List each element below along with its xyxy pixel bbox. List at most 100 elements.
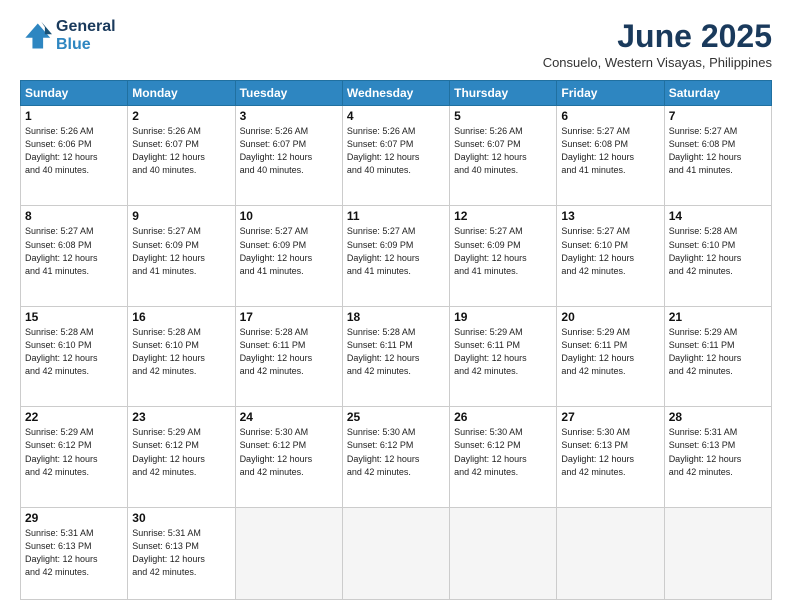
day-number: 1 — [25, 109, 123, 123]
day-info: Sunrise: 5:27 AM Sunset: 6:08 PM Dayligh… — [25, 225, 123, 277]
day-number: 15 — [25, 310, 123, 324]
day-number: 25 — [347, 410, 445, 424]
day-info: Sunrise: 5:27 AM Sunset: 6:10 PM Dayligh… — [561, 225, 659, 277]
table-row: 23Sunrise: 5:29 AM Sunset: 6:12 PM Dayli… — [128, 407, 235, 507]
day-number: 27 — [561, 410, 659, 424]
day-info: Sunrise: 5:27 AM Sunset: 6:08 PM Dayligh… — [669, 125, 767, 177]
day-number: 22 — [25, 410, 123, 424]
table-row — [450, 507, 557, 599]
day-number: 10 — [240, 209, 338, 223]
day-number: 3 — [240, 109, 338, 123]
day-info: Sunrise: 5:28 AM Sunset: 6:10 PM Dayligh… — [25, 326, 123, 378]
day-info: Sunrise: 5:26 AM Sunset: 6:07 PM Dayligh… — [454, 125, 552, 177]
table-row: 30 Sunrise: 5:31 AM Sunset: 6:13 PM Dayli… — [128, 507, 235, 599]
col-friday: Friday — [557, 81, 664, 106]
calendar-week-row: 1 Sunrise: 5:26 AM Sunset: 6:06 PM Daylig… — [21, 106, 772, 206]
day-number: 28 — [669, 410, 767, 424]
day-number: 21 — [669, 310, 767, 324]
table-row: 21Sunrise: 5:29 AM Sunset: 6:11 PM Dayli… — [664, 306, 771, 406]
table-row: 8 Sunrise: 5:27 AM Sunset: 6:08 PM Daylig… — [21, 206, 128, 306]
day-info: Sunrise: 5:28 AM Sunset: 6:11 PM Dayligh… — [347, 326, 445, 378]
day-number: 13 — [561, 209, 659, 223]
day-number: 9 — [132, 209, 230, 223]
col-wednesday: Wednesday — [342, 81, 449, 106]
logo-icon — [20, 20, 52, 52]
day-info: Sunrise: 5:29 AM Sunset: 6:12 PM Dayligh… — [25, 426, 123, 478]
calendar-table: Sunday Monday Tuesday Wednesday Thursday… — [20, 80, 772, 600]
page: General Blue June 2025 Consuelo, Western… — [0, 0, 792, 612]
day-number: 14 — [669, 209, 767, 223]
day-number: 20 — [561, 310, 659, 324]
day-info: Sunrise: 5:31 AM Sunset: 6:13 PM Dayligh… — [25, 527, 123, 579]
col-thursday: Thursday — [450, 81, 557, 106]
table-row — [557, 507, 664, 599]
day-info: Sunrise: 5:29 AM Sunset: 6:11 PM Dayligh… — [561, 326, 659, 378]
day-info: Sunrise: 5:28 AM Sunset: 6:10 PM Dayligh… — [669, 225, 767, 277]
table-row: 25 Sunrise: 5:30 AM Sunset: 6:12 PM Dayli… — [342, 407, 449, 507]
table-row: 4 Sunrise: 5:26 AM Sunset: 6:07 PM Daylig… — [342, 106, 449, 206]
day-info: Sunrise: 5:30 AM Sunset: 6:12 PM Dayligh… — [347, 426, 445, 478]
table-row: 16Sunrise: 5:28 AM Sunset: 6:10 PM Dayli… — [128, 306, 235, 406]
day-info: Sunrise: 5:26 AM Sunset: 6:06 PM Dayligh… — [25, 125, 123, 177]
table-row: 15 Sunrise: 5:28 AM Sunset: 6:10 PM Dayli… — [21, 306, 128, 406]
day-info: Sunrise: 5:29 AM Sunset: 6:11 PM Dayligh… — [454, 326, 552, 378]
table-row — [342, 507, 449, 599]
col-saturday: Saturday — [664, 81, 771, 106]
table-row: 7 Sunrise: 5:27 AM Sunset: 6:08 PM Daylig… — [664, 106, 771, 206]
day-number: 26 — [454, 410, 552, 424]
day-info: Sunrise: 5:31 AM Sunset: 6:13 PM Dayligh… — [132, 527, 230, 579]
calendar-week-row: 15 Sunrise: 5:28 AM Sunset: 6:10 PM Dayli… — [21, 306, 772, 406]
table-row: 11Sunrise: 5:27 AM Sunset: 6:09 PM Dayli… — [342, 206, 449, 306]
day-number: 6 — [561, 109, 659, 123]
table-row: 27 Sunrise: 5:30 AM Sunset: 6:13 PM Dayli… — [557, 407, 664, 507]
table-row: 6Sunrise: 5:27 AM Sunset: 6:08 PM Daylig… — [557, 106, 664, 206]
day-info: Sunrise: 5:27 AM Sunset: 6:09 PM Dayligh… — [454, 225, 552, 277]
day-number: 24 — [240, 410, 338, 424]
location: Consuelo, Western Visayas, Philippines — [543, 55, 772, 70]
day-info: Sunrise: 5:26 AM Sunset: 6:07 PM Dayligh… — [240, 125, 338, 177]
month-title: June 2025 — [543, 18, 772, 55]
table-row: 3 Sunrise: 5:26 AM Sunset: 6:07 PM Daylig… — [235, 106, 342, 206]
table-row: 12 Sunrise: 5:27 AM Sunset: 6:09 PM Dayli… — [450, 206, 557, 306]
day-number: 19 — [454, 310, 552, 324]
calendar-week-row: 8 Sunrise: 5:27 AM Sunset: 6:08 PM Daylig… — [21, 206, 772, 306]
table-row — [664, 507, 771, 599]
col-tuesday: Tuesday — [235, 81, 342, 106]
day-number: 29 — [25, 511, 123, 525]
day-info: Sunrise: 5:31 AM Sunset: 6:13 PM Dayligh… — [669, 426, 767, 478]
table-row: 26 Sunrise: 5:30 AM Sunset: 6:12 PM Dayli… — [450, 407, 557, 507]
table-row: 29 Sunrise: 5:31 AM Sunset: 6:13 PM Dayli… — [21, 507, 128, 599]
table-row: 2Sunrise: 5:26 AM Sunset: 6:07 PM Daylig… — [128, 106, 235, 206]
day-info: Sunrise: 5:30 AM Sunset: 6:12 PM Dayligh… — [454, 426, 552, 478]
table-row: 28 Sunrise: 5:31 AM Sunset: 6:13 PM Dayli… — [664, 407, 771, 507]
day-number: 30 — [132, 511, 230, 525]
day-info: Sunrise: 5:28 AM Sunset: 6:11 PM Dayligh… — [240, 326, 338, 378]
header: General Blue June 2025 Consuelo, Western… — [20, 18, 772, 70]
day-info: Sunrise: 5:30 AM Sunset: 6:13 PM Dayligh… — [561, 426, 659, 478]
day-info: Sunrise: 5:27 AM Sunset: 6:09 PM Dayligh… — [240, 225, 338, 277]
table-row: 1 Sunrise: 5:26 AM Sunset: 6:06 PM Daylig… — [21, 106, 128, 206]
col-sunday: Sunday — [21, 81, 128, 106]
table-row: 19 Sunrise: 5:29 AM Sunset: 6:11 PM Dayli… — [450, 306, 557, 406]
table-row: 22 Sunrise: 5:29 AM Sunset: 6:12 PM Dayli… — [21, 407, 128, 507]
table-row: 18Sunrise: 5:28 AM Sunset: 6:11 PM Dayli… — [342, 306, 449, 406]
table-row: 9 Sunrise: 5:27 AM Sunset: 6:09 PM Daylig… — [128, 206, 235, 306]
day-number: 17 — [240, 310, 338, 324]
day-info: Sunrise: 5:27 AM Sunset: 6:09 PM Dayligh… — [347, 225, 445, 277]
day-number: 12 — [454, 209, 552, 223]
table-row: 13 Sunrise: 5:27 AM Sunset: 6:10 PM Dayli… — [557, 206, 664, 306]
day-number: 23 — [132, 410, 230, 424]
table-row: 10 Sunrise: 5:27 AM Sunset: 6:09 PM Dayli… — [235, 206, 342, 306]
calendar-header-row: Sunday Monday Tuesday Wednesday Thursday… — [21, 81, 772, 106]
day-info: Sunrise: 5:27 AM Sunset: 6:09 PM Dayligh… — [132, 225, 230, 277]
title-block: June 2025 Consuelo, Western Visayas, Phi… — [543, 18, 772, 70]
day-number: 4 — [347, 109, 445, 123]
table-row: 14 Sunrise: 5:28 AM Sunset: 6:10 PM Dayli… — [664, 206, 771, 306]
day-number: 8 — [25, 209, 123, 223]
table-row: 5Sunrise: 5:26 AM Sunset: 6:07 PM Daylig… — [450, 106, 557, 206]
logo-text: General Blue — [56, 18, 116, 53]
day-info: Sunrise: 5:26 AM Sunset: 6:07 PM Dayligh… — [347, 125, 445, 177]
day-info: Sunrise: 5:28 AM Sunset: 6:10 PM Dayligh… — [132, 326, 230, 378]
day-number: 7 — [669, 109, 767, 123]
day-info: Sunrise: 5:26 AM Sunset: 6:07 PM Dayligh… — [132, 125, 230, 177]
